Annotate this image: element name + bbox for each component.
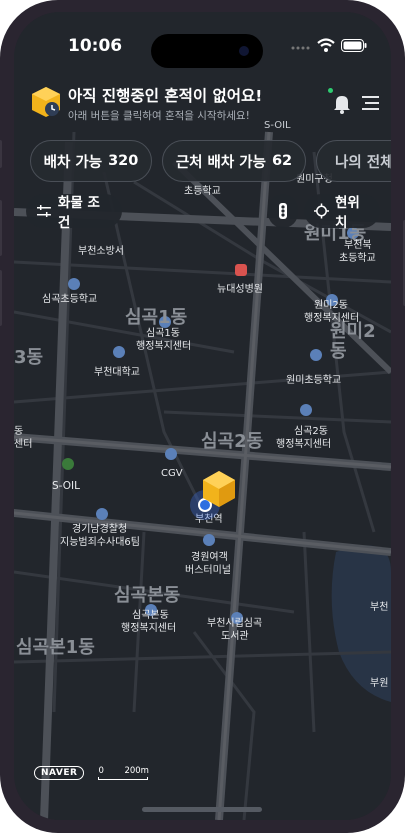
mute-switch [0, 140, 2, 168]
map-label: 부천 [370, 602, 389, 613]
map-label: 심곡1동 [146, 328, 180, 339]
battery-icon [341, 38, 367, 52]
map-labels: S-OIL 원미구청 초등학교 원미1동 부천북 초등학교 부천소방서 심곡초등… [14, 12, 391, 820]
dynamic-island [151, 34, 263, 68]
map-label: S-OIL [52, 480, 80, 492]
chip-label: 근처 배차 가능 [175, 154, 266, 171]
district-label: 심곡2동 [201, 431, 264, 452]
scale-distance: 200m [124, 766, 149, 776]
app-logo [30, 86, 62, 118]
map-label: 행정복지센터 [121, 623, 177, 634]
phone-frame: S-OIL 원미구청 초등학교 원미1동 부천북 초등학교 부천소방서 심곡초등… [0, 0, 405, 833]
volume-down-button [0, 270, 2, 326]
volume-up-button [0, 200, 2, 256]
chip-available-dispatch[interactable]: 배차 가능 320 [30, 140, 152, 182]
status-time: 10:06 [68, 36, 123, 56]
home-indicator[interactable] [142, 807, 262, 812]
map-scale: 0 200m [98, 766, 152, 780]
map-label: 경원여객 [191, 552, 228, 563]
map-label: 행정복지센터 [136, 341, 192, 352]
chip-my-all[interactable]: 나의 전체 [316, 140, 391, 182]
map-footer: NAVER 0 200m [34, 766, 152, 780]
map-label: 원미2동 [314, 300, 348, 311]
menu-icon[interactable] [359, 92, 381, 114]
dispatch-chips: 배차 가능 320 근처 배차 가능 62 나의 전체 [30, 140, 391, 184]
map-label: 부천대학교 [94, 367, 140, 378]
map-label: 센터 [14, 439, 33, 450]
chip-label: 배차 가능 [43, 154, 103, 171]
vehicle-marker-icon[interactable] [200, 469, 238, 509]
current-location-label: 현위치 [335, 195, 360, 231]
status-bar: 10:06 [14, 12, 391, 72]
district-label: 심곡본동 [114, 585, 181, 606]
traffic-toggle-button[interactable] [268, 194, 298, 228]
scale-zero: 0 [98, 766, 104, 776]
map-label: 버스터미널 [185, 565, 231, 576]
map-label: 지능범죄수사대6팀 [60, 537, 140, 548]
map-label: 동 [14, 426, 24, 437]
naver-logo: NAVER [34, 766, 85, 780]
page-title: 아직 진행중인 혼적이 없어요! [68, 87, 263, 105]
app-header: 아직 진행중인 혼적이 없어요! 아래 버튼을 클릭하여 혼적을 시작하세요! [14, 82, 391, 132]
map-label: 원미초등학교 [286, 375, 342, 386]
map-label: 부천시립심곡 [207, 618, 263, 629]
district-label: 원미2동 [330, 321, 376, 362]
map-label: 부천소방서 [78, 246, 124, 257]
current-location-button[interactable]: 현위치 [304, 194, 380, 231]
map-label: 도서관 [221, 631, 249, 642]
cargo-filter-label: 화물 조건 [57, 195, 100, 231]
map-label: 심곡본동 [132, 610, 169, 621]
chip-label: 나의 전체 [335, 154, 391, 171]
filter-icon [36, 205, 51, 217]
map-label: 심곡초등학교 [42, 294, 98, 305]
map-label: 경기남경찰청 [72, 524, 128, 535]
map-label: 부원 [370, 678, 389, 689]
wifi-icon [317, 38, 335, 52]
cargo-filter-button[interactable]: 화물 조건 [26, 194, 122, 231]
map-label: 초등학교 [339, 253, 376, 264]
district-label: 3동 [14, 347, 44, 368]
map-label: 행정복지센터 [276, 439, 332, 450]
chip-nearby-dispatch[interactable]: 근처 배차 가능 62 [162, 140, 306, 182]
screen: S-OIL 원미구청 초등학교 원미1동 부천북 초등학교 부천소방서 심곡초등… [14, 12, 391, 820]
page-subtitle: 아래 버튼을 클릭하여 혼적을 시작하세요! [68, 110, 250, 122]
map-label: 뉴대성병원 [217, 284, 263, 295]
map-label: 부천북 [344, 240, 372, 251]
app-logo-icon [32, 87, 60, 117]
crosshair-icon [314, 203, 330, 219]
district-label: 심곡1동 [125, 307, 188, 328]
cellular-signal-icon [291, 46, 310, 50]
map-label: 심곡2동 [294, 426, 328, 437]
map-toolbar: 화물 조건 현위치 [14, 194, 391, 231]
bell-icon[interactable] [331, 92, 353, 114]
traffic-light-icon [279, 203, 287, 219]
status-icons [291, 38, 367, 52]
chip-count: 62 [271, 153, 293, 169]
map-label: CGV [161, 468, 183, 479]
district-label: 심곡본1동 [16, 637, 95, 658]
chip-count: 320 [108, 153, 139, 169]
